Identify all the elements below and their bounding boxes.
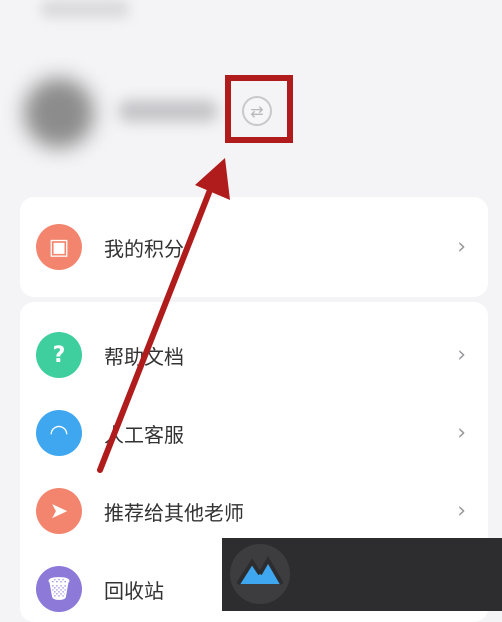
annotation-arrow xyxy=(97,158,230,473)
